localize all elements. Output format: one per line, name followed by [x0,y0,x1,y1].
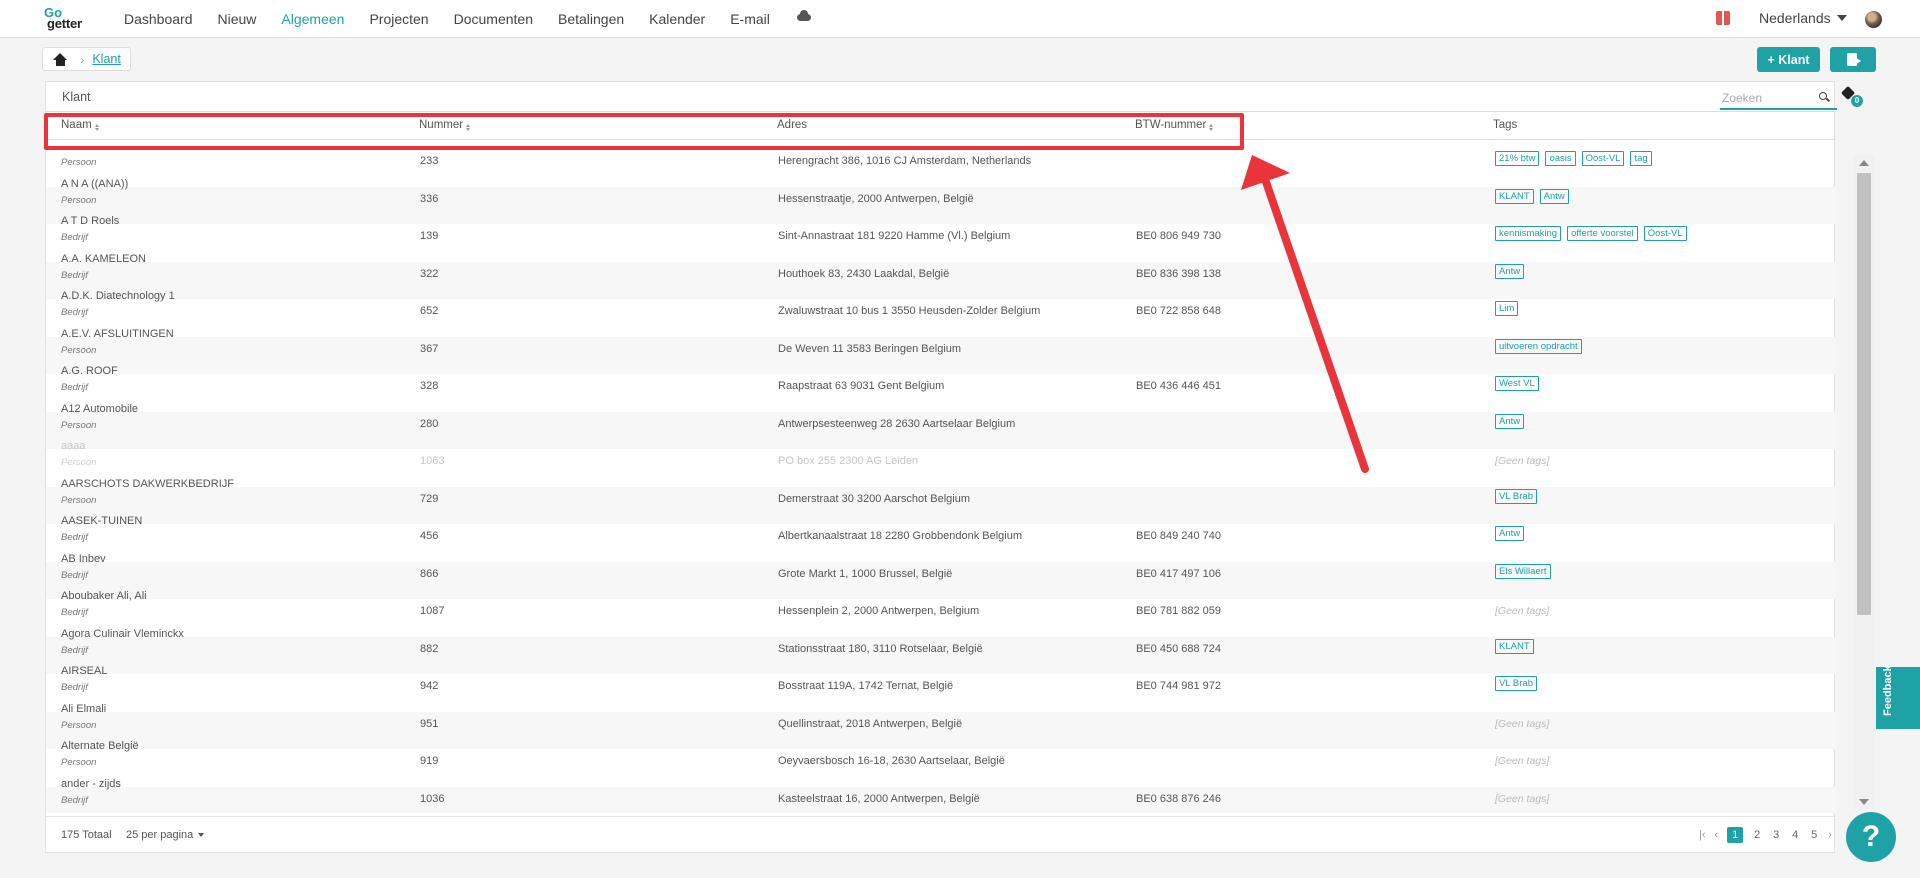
help-button[interactable]: ? [1846,812,1896,862]
feedback-tab[interactable]: Feedback [1876,665,1920,729]
annotation-arrow [1241,155,1369,473]
